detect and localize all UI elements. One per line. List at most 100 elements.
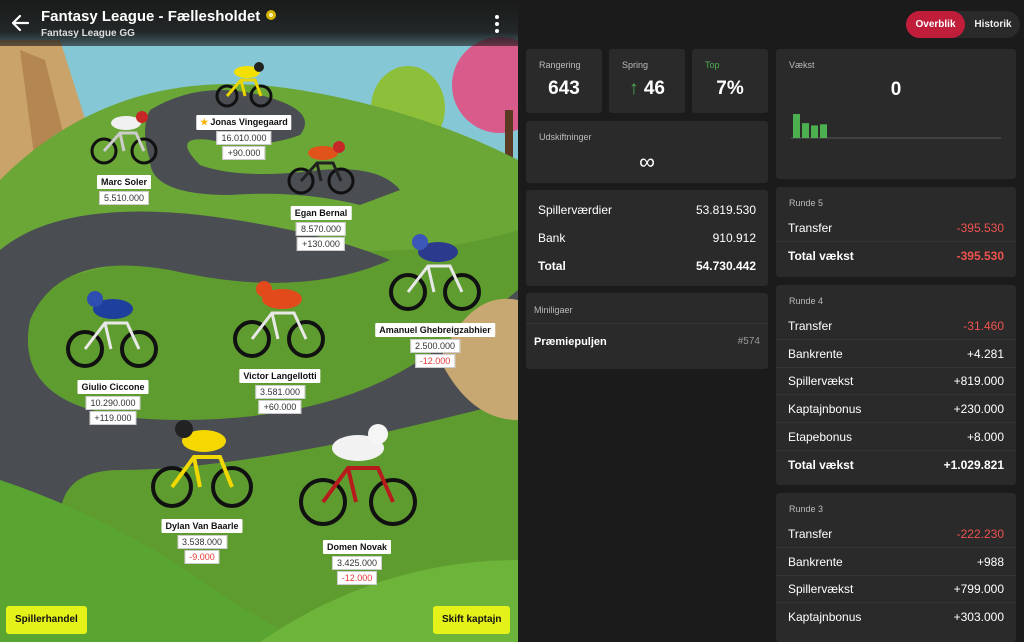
rider-change: -12.000 (414, 354, 456, 368)
minileagues-card: Miniligaer Præmiepuljen #574 (526, 293, 768, 369)
round-row-label: Total vækst (788, 249, 854, 263)
view-toggle: Overblik Historik (906, 11, 1020, 38)
rider-soler-illustration (90, 111, 158, 165)
total-value: 54.730.442 (695, 259, 756, 273)
swaps-label: Udskiftninger (539, 132, 592, 142)
jump-label: Spring (622, 60, 649, 70)
rider-name: Dylan Van Baarle (161, 519, 243, 533)
round-row-label: Spillervækst (788, 582, 854, 596)
arrow-up-icon: ↑ (629, 78, 639, 99)
rider-value: 2.500.000 (409, 339, 461, 353)
round-row-value: +4.281 (966, 347, 1004, 361)
round-row-label: Etapebonus (788, 430, 853, 444)
round-row: Bankrente +988 (788, 555, 1004, 569)
rider-langellotti-illustration (233, 281, 325, 358)
round-row-label: Spillervækst (788, 374, 854, 388)
round-row-value: +1.029.821 (943, 458, 1004, 472)
round-row-value: +303.000 (953, 610, 1004, 624)
captain-star-icon: ★ (200, 117, 209, 127)
tab-overview[interactable]: Overblik (906, 11, 965, 38)
jump-card: Spring ↑ 46 (609, 49, 685, 113)
rider-van-baarle-illustration (151, 420, 253, 508)
growth-bar (820, 124, 827, 138)
more-vert-icon[interactable] (492, 13, 502, 35)
divider (776, 241, 1016, 242)
rank-card: Rangering 643 (526, 49, 602, 113)
round-row-label: Bankrente (788, 555, 843, 569)
round-row-value: -395.530 (956, 221, 1004, 235)
round-row-label: Total vækst (788, 458, 854, 472)
round-row-label: Transfer (788, 319, 833, 333)
jump-row: ↑ 46 (609, 78, 685, 100)
rider-change: +90.000 (222, 146, 266, 160)
top-label: Top (705, 60, 720, 70)
rider-novak-illustration (299, 424, 417, 526)
jump-value: 46 (643, 78, 665, 99)
round-row-value: +799.000 (953, 582, 1004, 596)
player-trade-button[interactable]: Spillerhandel (6, 606, 87, 634)
rider-card-vingegaard[interactable]: ★ Jonas Vingegaard 16.010.000 +90.000 (196, 112, 292, 160)
rider-card-van-baarle[interactable]: Dylan Van Baarle 3.538.000 -9.000 (161, 516, 243, 564)
divider (776, 450, 1016, 451)
total-label: Total (538, 259, 566, 273)
round-row-value: +819.000 (953, 374, 1004, 388)
rider-value: 3.581.000 (254, 385, 306, 399)
rank-label: Rangering (539, 60, 581, 70)
round-row-value: +8.000 (966, 430, 1004, 444)
swaps-card: Udskiftninger ∞ (526, 121, 768, 183)
growth-sparkline (791, 114, 1001, 139)
rank-value: 643 (548, 78, 580, 99)
rider-ghebreigzabhier-illustration (389, 234, 481, 311)
minileague-rank: #574 (737, 336, 760, 347)
rider-value: 16.010.000 (216, 131, 272, 145)
round-row-value: -31.460 (963, 319, 1004, 333)
rider-name: Amanuel Ghebreigzabhier (375, 323, 495, 337)
league-subtitle: Fantasy League GG (41, 28, 135, 39)
round-row-label: Kaptajnbonus (788, 610, 862, 624)
minileague-name: Præmiepuljen (534, 336, 607, 348)
divider (776, 394, 1016, 395)
rider-card-langellotti[interactable]: Victor Langellotti 3.581.000 +60.000 (239, 366, 321, 414)
rider-change: +130.000 (297, 237, 345, 251)
growth-card: Vækst 0 (776, 49, 1016, 179)
round-title: Runde 5 (789, 198, 824, 208)
growth-bar (802, 123, 809, 138)
back-arrow-icon[interactable] (10, 12, 32, 34)
rider-card-novak[interactable]: Domen Novak 3.425.000 -12.000 (322, 537, 392, 585)
round-row: Bankrente +4.281 (788, 347, 1004, 361)
growth-value: 0 (890, 79, 902, 100)
team-scene: ★ Jonas Vingegaard 16.010.000 +90.000 Mar… (0, 0, 518, 642)
rider-name: Marc Soler (96, 175, 152, 189)
round-title: Runde 3 (789, 504, 824, 514)
divider (526, 323, 768, 324)
top-card: Top 7% (692, 49, 768, 113)
rider-value: 5.510.000 (98, 191, 150, 205)
round-row-value: +988 (976, 555, 1004, 569)
rider-bernal-illustration (287, 141, 355, 195)
rider-card-ciccone[interactable]: Giulio Ciccone 10.290.000 +119.000 (77, 377, 149, 425)
round-row: Transfer -395.530 (788, 221, 1004, 235)
change-captain-button[interactable]: Skift kaptajn (433, 606, 511, 634)
players-value: 53.819.530 (695, 203, 756, 217)
round-card-4: Runde 4 Transfer -31.460 Bankrente +4.28… (776, 285, 1016, 485)
rider-card-ghebreigzabhier[interactable]: Amanuel Ghebreigzabhier 2.500.000 -12.00… (375, 320, 495, 368)
rider-change: +60.000 (258, 400, 302, 414)
round-card-5: Runde 5 Transfer -395.530 Total vækst -3… (776, 187, 1016, 277)
rider-card-bernal[interactable]: Egan Bernal 8.570.000 +130.000 (290, 203, 352, 251)
rider-value: 3.425.000 (331, 556, 383, 570)
growth-bar (811, 125, 818, 138)
bank-label: Bank (538, 231, 566, 245)
round-row-value: +230.000 (953, 402, 1004, 416)
divider (776, 547, 1016, 548)
minileague-item[interactable]: Præmiepuljen #574 (534, 336, 760, 348)
minileagues-label: Miniligaer (534, 305, 573, 315)
rider-change: +119.000 (89, 411, 137, 425)
rider-value: 10.290.000 (85, 396, 141, 410)
values-card: Spillerværdier 53.819.530 Bank 910.912 T… (526, 190, 768, 286)
tab-history[interactable]: Historik (966, 11, 1020, 38)
divider (776, 602, 1016, 603)
rider-ciccone-illustration (66, 291, 158, 368)
round-row: Kaptajnbonus +230.000 (788, 402, 1004, 416)
round-row-label: Kaptajnbonus (788, 402, 862, 416)
rider-card-soler[interactable]: Marc Soler 5.510.000 (96, 172, 152, 205)
